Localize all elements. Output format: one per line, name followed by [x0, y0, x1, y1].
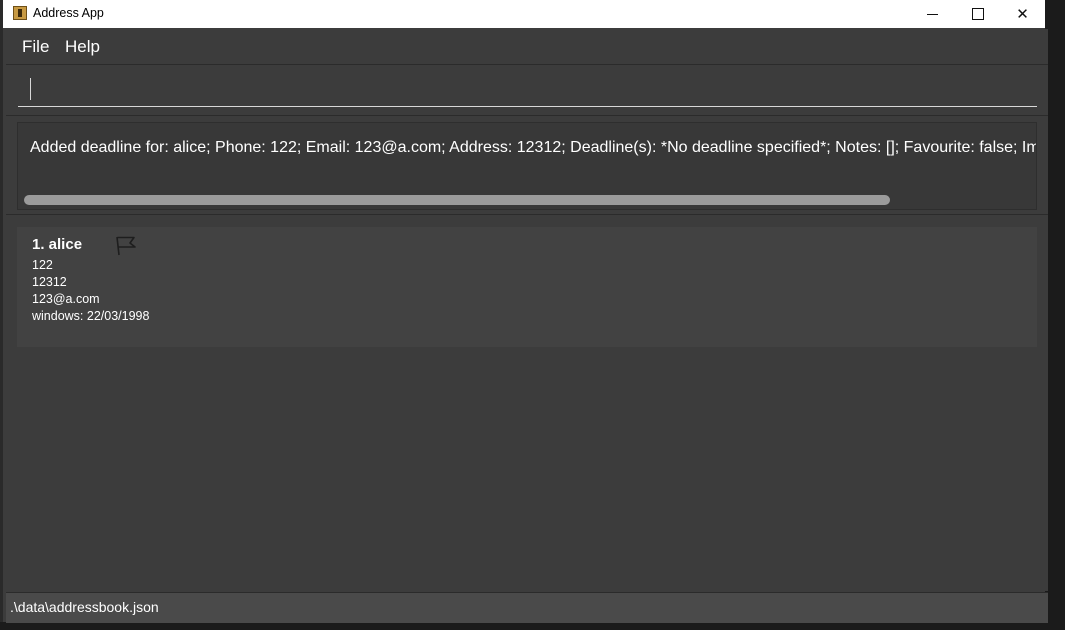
command-box	[6, 65, 1048, 116]
maximize-icon	[971, 8, 984, 20]
result-display[interactable]: Added deadline for: alice; Phone: 122; E…	[17, 122, 1037, 210]
window-title: Address App	[33, 6, 104, 20]
text-caret	[30, 78, 31, 100]
person-name: 1. alice	[32, 236, 83, 253]
title-bar: Address App ✕	[0, 0, 1045, 28]
minimize-icon	[927, 13, 938, 15]
app-window: File Help Added deadline for: alice; Pho…	[0, 0, 1048, 623]
person-phone: 122	[32, 258, 53, 272]
person-email: 123@a.com	[32, 292, 100, 306]
person-deadline: windows: 22/03/1998	[32, 309, 150, 323]
menu-file[interactable]: File	[22, 37, 49, 57]
result-message: Added deadline for: alice; Phone: 122; E…	[30, 139, 1037, 156]
person-list: 1. alice 122 12312 123@a.com windows: 22…	[6, 215, 1048, 591]
save-location-path: .\data\addressbook.json	[10, 599, 159, 615]
maximize-button[interactable]	[955, 0, 1000, 28]
person-address: 12312	[32, 275, 67, 289]
horizontal-scrollbar[interactable]	[24, 195, 890, 205]
menu-help[interactable]: Help	[65, 37, 100, 57]
close-icon: ✕	[1016, 5, 1029, 23]
command-input[interactable]	[18, 71, 1037, 107]
menu-bar: File Help	[6, 29, 1048, 65]
close-button[interactable]: ✕	[1000, 0, 1045, 28]
flag-icon	[116, 236, 136, 256]
minimize-button[interactable]	[910, 0, 955, 28]
person-card[interactable]: 1. alice 122 12312 123@a.com windows: 22…	[17, 227, 1037, 347]
result-display-panel: Added deadline for: alice; Phone: 122; E…	[6, 116, 1048, 215]
status-bar: .\data\addressbook.json	[6, 592, 1048, 623]
address-book-icon	[13, 6, 27, 20]
